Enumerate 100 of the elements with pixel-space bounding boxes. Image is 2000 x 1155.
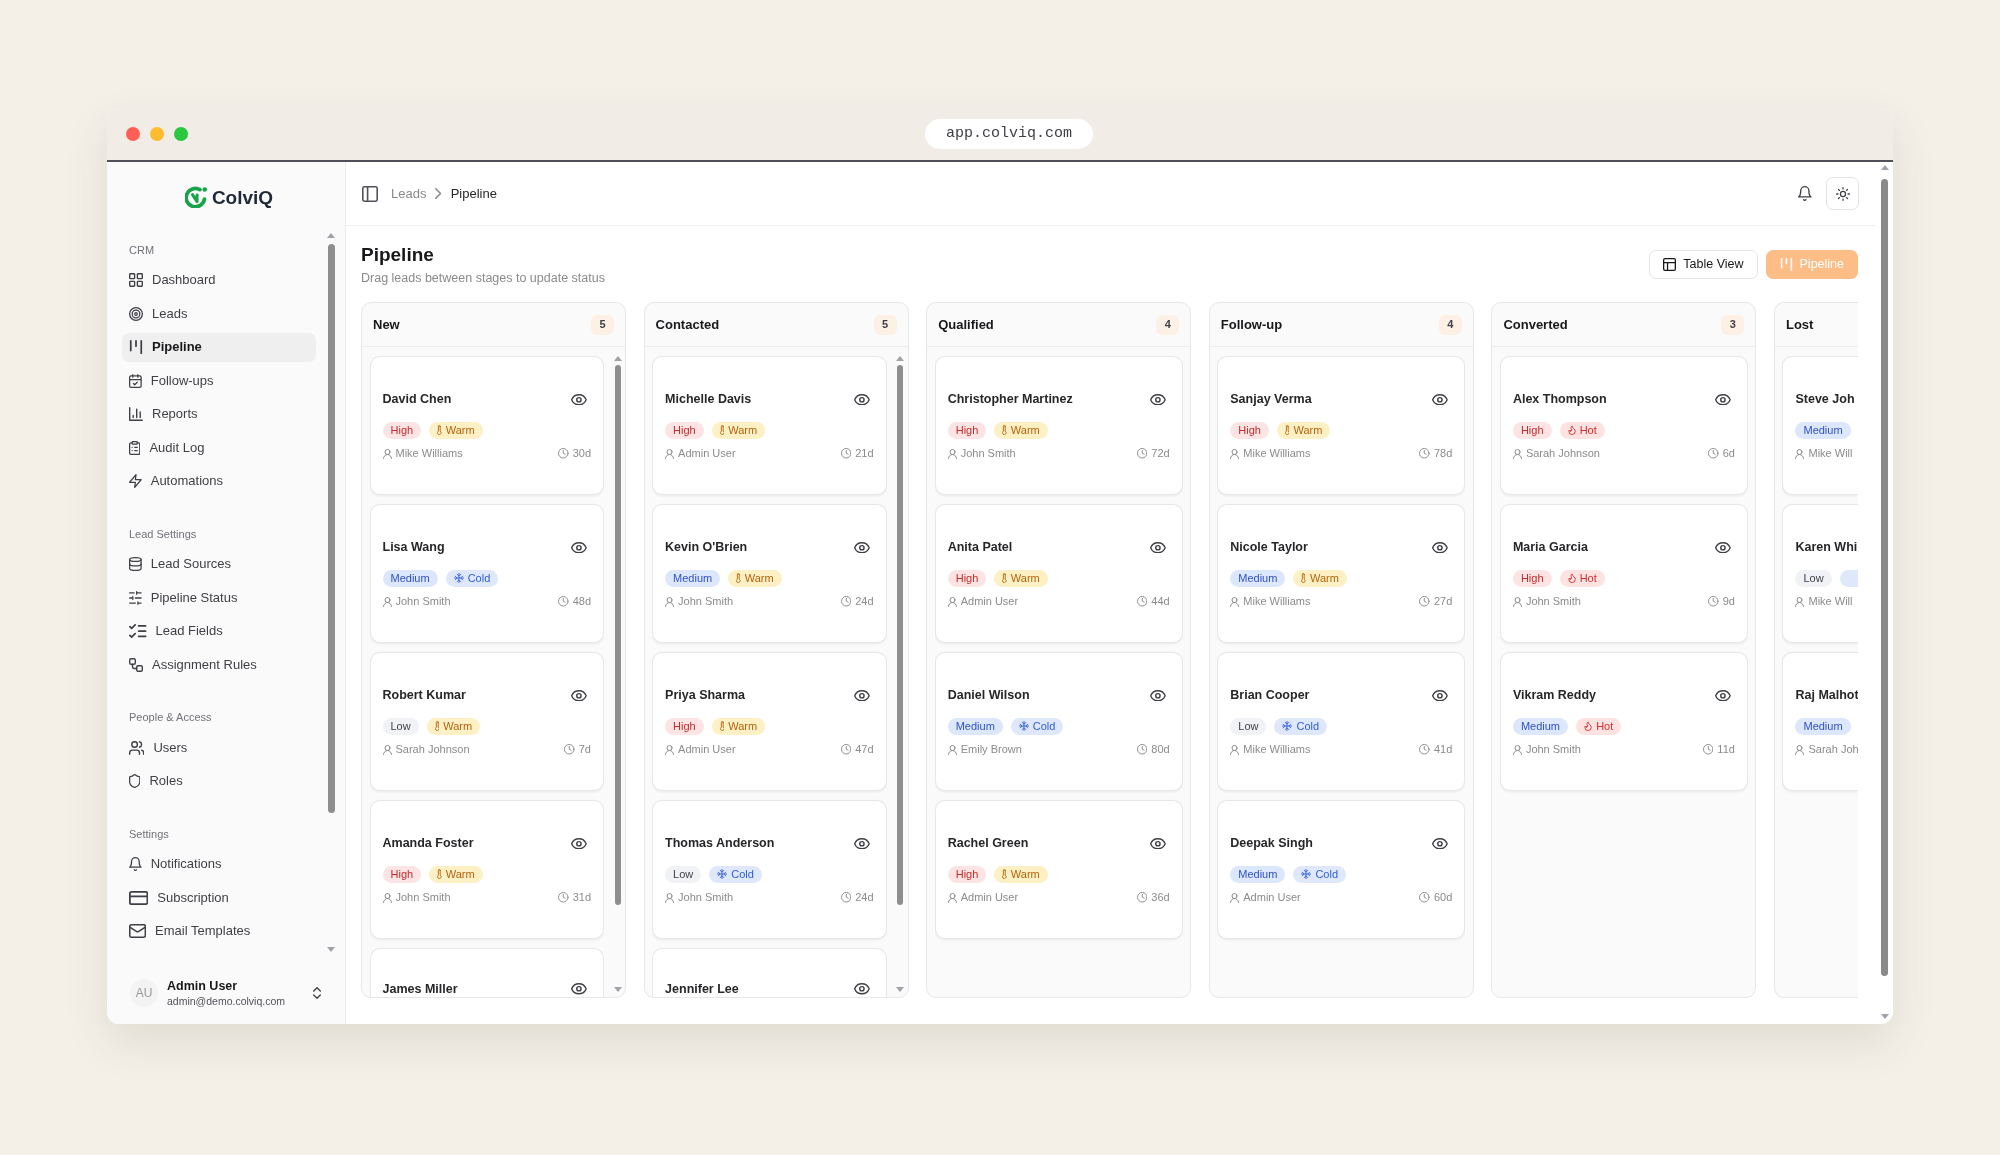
lead-card[interactable]: Karen Whi Low Mike Will — [1782, 504, 1858, 643]
lead-name: Rachel Green — [947, 835, 1029, 853]
eye-icon[interactable] — [1432, 393, 1449, 406]
lead-card[interactable]: Christopher Martinez High Warm John Smith 72d — [934, 356, 1183, 495]
eye-icon[interactable] — [571, 689, 587, 702]
bar-chart-icon — [129, 407, 143, 421]
eye-icon[interactable] — [571, 983, 587, 995]
eye-icon[interactable] — [571, 541, 587, 554]
lead-card[interactable]: Amanda Foster High Warm John Smith 31d — [369, 800, 604, 939]
eye-icon[interactable] — [853, 983, 870, 995]
lead-card[interactable]: David Chen High Warm Mike Williams 30d — [369, 356, 604, 495]
scrollbar-thumb[interactable] — [1881, 179, 1888, 976]
breadcrumb-link[interactable]: Leads — [391, 183, 427, 204]
eye-icon[interactable] — [853, 393, 870, 406]
sidebar-toggle-icon[interactable] — [362, 185, 378, 202]
lead-name: Vikram Reddy — [1512, 687, 1597, 705]
window-close-icon[interactable] — [126, 127, 140, 141]
nav-item[interactable]: Users — [122, 733, 316, 762]
lead-card[interactable]: Sanjay Verma High Warm Mike Williams 78d — [1217, 356, 1466, 495]
nav-item[interactable]: Roles — [122, 766, 316, 796]
lead-name: Maria Garcia — [1512, 539, 1588, 557]
eye-icon[interactable] — [1432, 837, 1449, 850]
lead-card[interactable]: Raj Malhot Medium Sarah Joh — [1782, 652, 1858, 791]
scrollbar-thumb[interactable] — [614, 365, 621, 905]
lead-card[interactable]: Anita Patel High Warm Admin User 44d — [934, 504, 1183, 643]
lead-card[interactable]: James Miller — [369, 948, 604, 997]
priority-tag: Medium — [1230, 865, 1286, 883]
eye-icon[interactable] — [1149, 837, 1166, 850]
eye-icon[interactable] — [1715, 541, 1731, 554]
owner-name: Mike Williams — [395, 446, 463, 462]
eye-icon[interactable] — [1715, 689, 1731, 702]
chevrons-up-down-icon[interactable] — [313, 987, 321, 999]
nav-item[interactable]: Dashboard — [122, 265, 316, 295]
scroll-down-arrow-icon[interactable] — [1880, 1014, 1889, 1019]
lead-card[interactable]: Maria Garcia High Hot John Smith 9d — [1499, 504, 1748, 643]
theme-toggle-button[interactable] — [1826, 177, 1859, 210]
lead-card[interactable]: Rachel Green High Warm Admin User 36d — [934, 800, 1183, 939]
lead-card[interactable]: Deepak Singh Medium Cold Admin User 60d — [1217, 800, 1466, 939]
priority-tag: Medium — [1230, 569, 1286, 587]
address-bar[interactable]: app.colviq.com — [925, 119, 1094, 149]
nav-item[interactable]: Pipeline — [122, 332, 316, 362]
clock-icon — [1419, 448, 1430, 459]
scrollbar-thumb[interactable] — [327, 244, 335, 813]
owner-name: Admin User — [678, 446, 736, 462]
clock-icon — [1708, 448, 1719, 459]
scrollbar-thumb[interactable] — [897, 365, 904, 905]
thermometer-icon — [719, 721, 725, 731]
notifications-icon[interactable] — [1798, 186, 1812, 201]
nav-item[interactable]: Lead Sources — [122, 549, 316, 579]
lead-card[interactable]: Michelle Davis High Warm Admin User 21d — [652, 356, 887, 495]
lead-age: 80d — [1151, 742, 1170, 758]
view-toggle-button[interactable]: Table View — [1649, 250, 1758, 279]
lead-card[interactable]: Priya Sharma High Warm Admin User 47d — [652, 652, 887, 791]
nav-item[interactable]: Reports — [122, 399, 316, 429]
nav-item[interactable]: Follow-ups — [122, 366, 316, 395]
eye-icon[interactable] — [571, 837, 587, 850]
section-label: Lead Settings — [128, 526, 198, 542]
lead-card[interactable]: Vikram Reddy Medium Hot John Smith 11d — [1499, 652, 1748, 791]
nav-item[interactable]: Automations — [122, 466, 316, 496]
lead-card[interactable]: Lisa Wang Medium Cold John Smith 48d — [369, 504, 604, 643]
nav-item[interactable]: Subscription — [122, 883, 316, 912]
lead-card[interactable]: Alex Thompson High Hot Sarah Johnson 6d — [1499, 356, 1748, 495]
eye-icon[interactable] — [571, 393, 587, 406]
eye-icon[interactable] — [853, 541, 870, 554]
owner-name: Sarah Joh — [1808, 742, 1858, 758]
nav-item[interactable]: Pipeline Status — [122, 583, 316, 612]
eye-icon[interactable] — [1432, 689, 1449, 702]
lead-card[interactable]: Thomas Anderson Low Cold John Smith 24d — [652, 800, 887, 939]
eye-icon[interactable] — [1149, 393, 1166, 406]
lead-card[interactable]: Brian Cooper Low Cold Mike Williams 41d — [1217, 652, 1466, 791]
temperature-label: Warm — [1309, 572, 1339, 584]
nav-item[interactable]: Audit Log — [122, 433, 316, 462]
owner-name: John Smith — [678, 594, 734, 610]
snowflake-icon — [453, 573, 464, 583]
eye-icon[interactable] — [1432, 541, 1449, 554]
user-email: admin@demo.colviq.com — [167, 994, 287, 1008]
lead-name: Nicole Taylor — [1230, 539, 1308, 557]
lead-card[interactable]: Steve Joh Medium Mike Will — [1782, 356, 1858, 495]
stage-count: 5 — [591, 314, 614, 335]
eye-icon[interactable] — [853, 837, 870, 850]
eye-icon[interactable] — [1715, 393, 1731, 406]
nav-item[interactable]: Email Templates — [122, 916, 316, 946]
nav-item[interactable]: Notifications — [122, 849, 316, 879]
user-avatar: AU — [130, 979, 158, 1007]
eye-icon[interactable] — [1149, 541, 1166, 554]
lead-card[interactable]: Robert Kumar Low Warm Sarah Johnson 7d — [369, 652, 604, 791]
user-icon — [1230, 596, 1240, 607]
eye-icon[interactable] — [1149, 689, 1166, 702]
nav-item[interactable]: Leads — [122, 299, 316, 328]
eye-icon[interactable] — [853, 689, 870, 702]
nav-item[interactable]: Lead Fields — [122, 616, 316, 646]
column-title: Contacted — [655, 315, 720, 334]
nav-item[interactable]: Assignment Rules — [122, 650, 316, 679]
lead-card[interactable]: Jennifer Lee — [652, 948, 887, 997]
shield-icon — [129, 774, 141, 788]
scroll-up-arrow-icon[interactable] — [1880, 165, 1889, 170]
lead-card[interactable]: Daniel Wilson Medium Cold Emily Brown 80d — [934, 652, 1183, 791]
lead-card[interactable]: Nicole Taylor Medium Warm Mike Williams 27d — [1217, 504, 1466, 643]
lead-card[interactable]: Kevin O'Brien Medium Warm John Smith 24d — [652, 504, 887, 643]
snowflake-icon — [1282, 721, 1293, 731]
